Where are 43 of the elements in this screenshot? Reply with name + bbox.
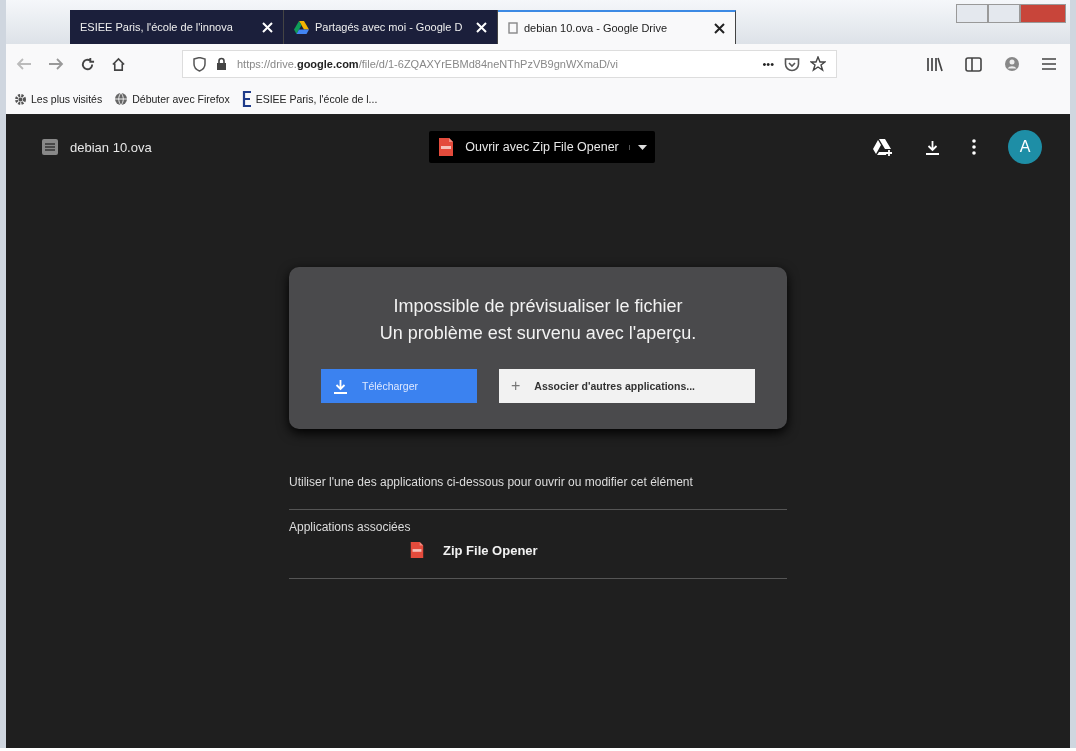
- forward-icon[interactable]: [48, 57, 64, 71]
- shield-icon[interactable]: [193, 56, 206, 72]
- caret-icon[interactable]: [637, 144, 647, 150]
- zip-file-icon: [409, 542, 425, 558]
- browser-tab[interactable]: ESIEE Paris, l'école de l'innova: [70, 10, 284, 44]
- open-with-button[interactable]: Ouvrir avec Zip File Opener: [429, 131, 655, 163]
- browser-tab[interactable]: Partagés avec moi - Google D: [284, 10, 498, 44]
- bookmark-item[interactable]: Les plus visités: [14, 92, 103, 106]
- url-text: https://drive.google.com/file/d/1-6ZQAXYrEBMd84neNThPzVB9gnWXmaD/vi: [237, 58, 619, 70]
- library-icon[interactable]: [926, 56, 943, 72]
- associate-apps-button[interactable]: + Associer d'autres applications...: [499, 369, 755, 403]
- globe-icon: [114, 92, 129, 106]
- error-message: Un problème est survenu avec l'aperçu.: [378, 322, 698, 345]
- apps-intro-text: Utiliser l'une des applications ci-dessous pour ouvrir ou modifier cet élément: [289, 475, 787, 510]
- reload-icon[interactable]: [80, 56, 95, 72]
- sidebar-icon[interactable]: [965, 56, 982, 72]
- gear-icon: [14, 92, 27, 106]
- account-icon[interactable]: [1004, 56, 1020, 72]
- download-icon: [333, 378, 348, 394]
- menu-icon[interactable]: [1042, 58, 1056, 70]
- archive-file-icon: [42, 139, 58, 155]
- bookmark-item[interactable]: Débuter avec Firefox: [114, 92, 230, 106]
- page-actions-icon[interactable]: •••: [762, 58, 774, 70]
- drive-add-icon[interactable]: [873, 138, 893, 156]
- browser-tab[interactable]: debian 10.ova - Google Drive: [498, 10, 736, 44]
- download-icon[interactable]: [925, 139, 940, 155]
- address-bar[interactable]: https://drive.google.com/file/d/1-6ZQAXYrEBMd84neNThPzVB9gnWXmaD/vi •••: [182, 50, 837, 78]
- home-icon[interactable]: [111, 56, 126, 72]
- more-options-icon[interactable]: [972, 139, 976, 155]
- file-name: debian 10.ova: [70, 139, 152, 155]
- star-icon[interactable]: [810, 56, 826, 72]
- drive-icon: [294, 20, 309, 34]
- apps-heading: Applications associées: [289, 520, 412, 534]
- bookmark-item[interactable]: ESIEE Paris, l'école de l...: [241, 91, 378, 107]
- lock-icon: [216, 57, 227, 71]
- app-name[interactable]: Zip File Opener: [443, 542, 538, 558]
- file-icon: [508, 22, 518, 34]
- pocket-icon[interactable]: [784, 56, 800, 72]
- letter-e-icon: [241, 91, 252, 107]
- close-icon[interactable]: [714, 22, 725, 34]
- zip-file-icon: [437, 138, 456, 156]
- error-title: Impossible de prévisualiser le fichier: [392, 295, 684, 318]
- account-avatar[interactable]: A: [1008, 130, 1042, 164]
